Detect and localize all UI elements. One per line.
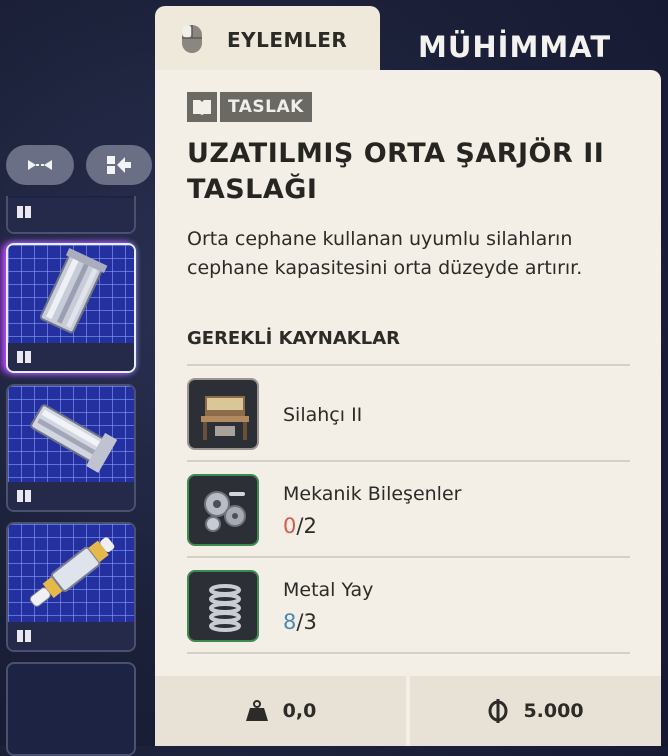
- requirements-heading: GEREKLİ KAYNAKLAR: [187, 328, 401, 349]
- actions-tab[interactable]: EYLEMLER: [155, 6, 380, 72]
- inventory-slot[interactable]: [6, 384, 136, 512]
- collapse-button[interactable]: [6, 145, 74, 185]
- resource-row: Silahçı II: [187, 370, 630, 462]
- blueprint-tooltip-card: TASLAK UZATILMIŞ ORTA ŞARJÖR II TASLAĞI …: [155, 70, 661, 746]
- collapse-arrows-icon: [28, 160, 52, 170]
- divider: [187, 652, 630, 654]
- price-value: 5.000: [523, 700, 584, 722]
- barrel-item-icon: [30, 404, 118, 473]
- price-cell: 5.000: [410, 676, 661, 746]
- card-footer: 0,0 5.000: [155, 676, 661, 746]
- item-title: UZATILMIŞ ORTA ŞARJÖR II TASLAĞI: [187, 138, 605, 205]
- resource-have: 0: [283, 514, 297, 538]
- divider: [187, 364, 630, 366]
- resource-name: Metal Yay: [283, 579, 374, 601]
- blueprint-book-icon: [17, 206, 31, 218]
- gears-icon: [187, 474, 259, 546]
- weight-icon: [245, 700, 268, 721]
- grid-arrow-icon: [107, 156, 131, 174]
- resource-need: 3: [303, 610, 317, 634]
- spring-icon: [187, 570, 259, 642]
- workbench-icon: [187, 378, 259, 450]
- resource-row: Metal Yay 8/3: [187, 562, 630, 654]
- weight-cell: 0,0: [155, 676, 406, 746]
- divider: [187, 460, 630, 462]
- weight-value: 0,0: [282, 700, 317, 722]
- section-title: MÜHİMMAT: [418, 30, 612, 64]
- sort-button[interactable]: [86, 145, 152, 185]
- blueprint-book-icon: [17, 630, 31, 642]
- resource-have: 8: [283, 610, 297, 634]
- suppressor-item-icon: [29, 537, 115, 607]
- resource-need: 2: [303, 514, 317, 538]
- book-icon: [193, 100, 211, 115]
- badge-label: TASLAK: [220, 92, 312, 122]
- resource-row: Mekanik Bileşenler 0/2: [187, 466, 630, 558]
- resource-count: 0/2: [283, 514, 317, 538]
- mouse-icon: [182, 25, 202, 53]
- inventory-slot-empty[interactable]: [6, 662, 136, 756]
- inventory-slot-selected[interactable]: [6, 243, 136, 373]
- type-badge: TASLAK: [187, 92, 312, 122]
- inventory-slot[interactable]: [6, 522, 136, 652]
- blueprint-book-icon: [17, 351, 31, 363]
- resource-name: Silahçı II: [283, 404, 363, 426]
- divider: [187, 556, 630, 558]
- magazine-item-icon: [39, 247, 108, 334]
- currency-icon: [488, 699, 508, 723]
- inventory-slot[interactable]: [6, 196, 136, 234]
- item-description: Orta cephane kullanan uyumlu silahların …: [187, 228, 583, 279]
- resource-count: 8/3: [283, 610, 317, 634]
- blueprint-book-icon: [17, 490, 31, 502]
- tab-label: EYLEMLER: [227, 28, 348, 52]
- resource-name: Mekanik Bileşenler: [283, 483, 462, 505]
- inventory-column: [0, 0, 152, 756]
